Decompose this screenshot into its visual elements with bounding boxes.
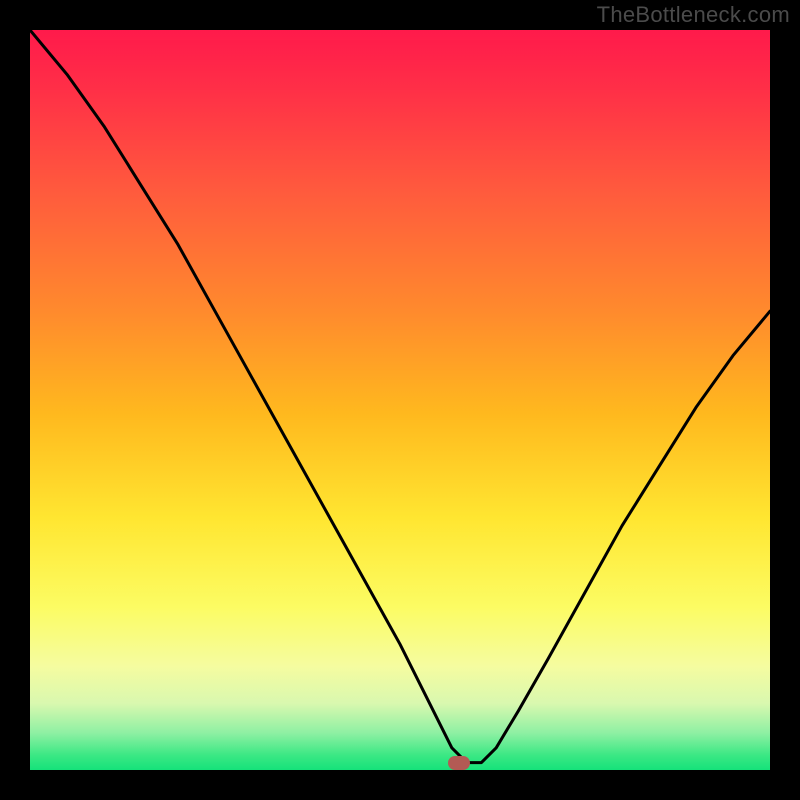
watermark-text: TheBottleneck.com — [597, 2, 790, 28]
minimum-marker — [448, 756, 470, 770]
plot-area — [30, 30, 770, 770]
curve-svg — [30, 30, 770, 770]
bottleneck-curve — [30, 30, 770, 763]
chart-frame: TheBottleneck.com — [0, 0, 800, 800]
